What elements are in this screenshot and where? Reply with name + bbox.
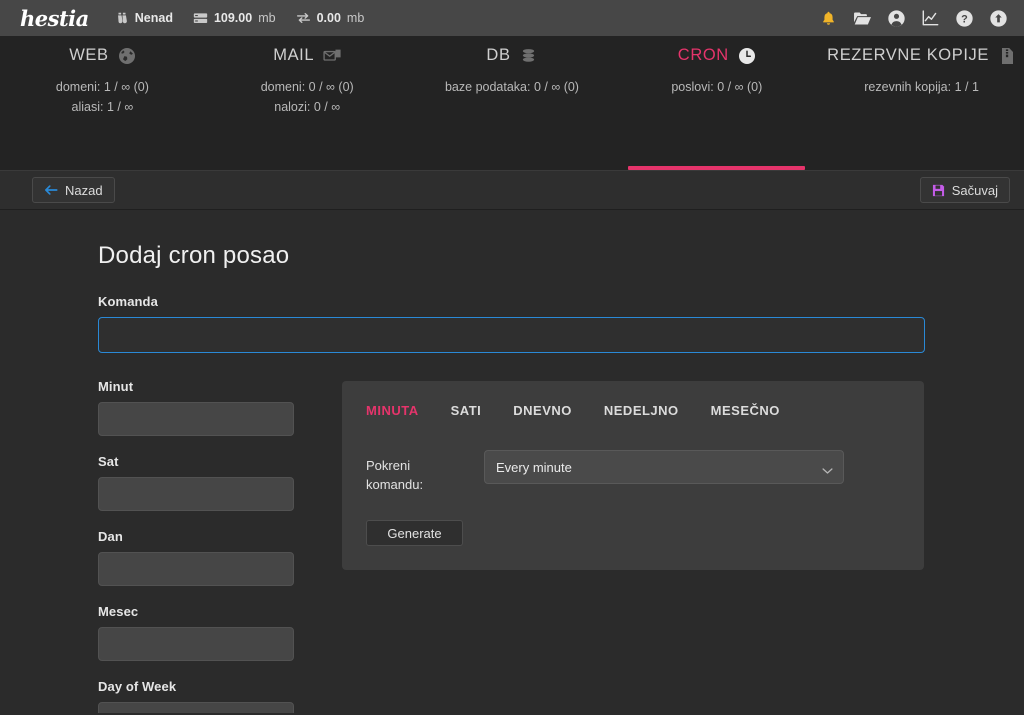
top-header-bar: hestia Nenad 109.00 mb 0.00 mb ? — [0, 0, 1024, 36]
generator-schedule-row: Pokreni komandu: Every minute — [366, 450, 900, 494]
service-stats-nav: WEB domeni: 1 / ∞ (0) aliasi: 1 / ∞ MAIL — [0, 36, 1024, 170]
command-field-group: Komanda — [98, 294, 925, 353]
command-input[interactable] — [98, 317, 925, 353]
binoculars-icon — [115, 11, 129, 25]
stats-nav-web-line-2: aliasi: 1 / ∞ — [71, 100, 134, 114]
back-button-label: Nazad — [65, 182, 103, 198]
transfer-arrows-icon — [296, 11, 311, 25]
month-field-label: Mesec — [98, 604, 139, 619]
tab-dnevno[interactable]: DNEVNO — [513, 403, 572, 418]
backup-archive-icon — [998, 47, 1016, 65]
header-user-chip[interactable]: Nenad — [115, 11, 173, 25]
day-field-label: Dan — [98, 529, 123, 544]
stats-nav-backup-line-1: rezevnih kopija: 1 / 1 — [864, 80, 979, 94]
main-content: Dodaj cron posao Komanda Minut Sat Dan M… — [0, 210, 1024, 713]
stats-nav-cron-label: CRON — [677, 46, 729, 64]
tab-sati[interactable]: SATI — [451, 403, 482, 418]
globe-icon — [118, 47, 136, 65]
form-columns: Minut Sat Dan Mesec Day of Week MINUTA S… — [98, 379, 1024, 713]
stats-nav-backup-label: REZERVNE KOPIJE — [827, 46, 989, 64]
stats-nav-backup-title-row: REZERVNE KOPIJE — [827, 46, 1016, 65]
header-bandwidth-chip[interactable]: 0.00 mb — [296, 11, 365, 25]
stats-nav-mail-label: MAIL — [273, 46, 315, 64]
logout-icon[interactable] — [988, 8, 1008, 28]
stats-nav-active-underline — [628, 166, 806, 170]
run-command-label: Pokreni komandu: — [366, 458, 424, 492]
statistics-chart-icon[interactable] — [920, 8, 940, 28]
hour-field-label: Sat — [98, 454, 119, 469]
stats-nav-item-db[interactable]: DB baze podataka: 0 / ∞ (0) — [410, 36, 615, 170]
stats-nav-db-title-row: DB — [486, 46, 537, 65]
stats-nav-mail-lines: domeni: 0 / ∞ (0) nalozi: 0 / ∞ — [205, 77, 410, 117]
day-of-week-field-label: Day of Week — [98, 679, 177, 694]
day-input[interactable] — [98, 552, 294, 586]
stats-nav-item-backup[interactable]: REZERVNE KOPIJE rezevnih kopija: 1 / 1 — [819, 36, 1024, 170]
hour-field-group: Sat — [98, 454, 294, 511]
stats-nav-item-web[interactable]: WEB domeni: 1 / ∞ (0) aliasi: 1 / ∞ — [0, 36, 205, 170]
mail-icon — [323, 47, 341, 65]
help-icon[interactable]: ? — [954, 8, 974, 28]
day-of-week-field-group: Day of Week — [98, 679, 294, 713]
file-manager-folder-icon[interactable] — [852, 8, 872, 28]
month-input[interactable] — [98, 627, 294, 661]
month-field-group: Mesec — [98, 604, 294, 661]
tab-minuta[interactable]: MINUTA — [366, 403, 419, 418]
stats-nav-cron-title-row: CRON — [678, 46, 756, 65]
header-bandwidth-unit: mb — [346, 11, 365, 25]
tab-mesecno[interactable]: MESEČNO — [711, 403, 780, 418]
clock-icon — [738, 47, 756, 65]
schedule-select[interactable]: Every minute — [484, 450, 844, 484]
stats-nav-cron-line-1: poslovi: 0 / ∞ (0) — [671, 80, 763, 94]
stats-nav-mail-line-1: domeni: 0 / ∞ (0) — [260, 80, 354, 94]
cron-time-fields: Minut Sat Dan Mesec Day of Week — [98, 379, 294, 713]
minute-field-label: Minut — [98, 379, 134, 394]
day-of-week-input[interactable] — [98, 702, 294, 713]
generator-tabs: MINUTA SATI DNEVNO NEDELJNO MESEČNO — [366, 403, 900, 418]
cron-generator-panel: MINUTA SATI DNEVNO NEDELJNO MESEČNO Pokr… — [342, 381, 924, 570]
minute-field-group: Minut — [98, 379, 294, 436]
stats-nav-cron-lines: poslovi: 0 / ∞ (0) — [614, 77, 819, 97]
header-disk-chip[interactable]: 109.00 mb — [193, 11, 276, 25]
action-toolbar: Nazad Sačuvaj — [0, 170, 1024, 210]
minute-input[interactable] — [98, 402, 294, 436]
stats-nav-mail-line-2: nalozi: 0 / ∞ — [274, 100, 341, 114]
database-icon — [520, 47, 538, 65]
day-field-group: Dan — [98, 529, 294, 586]
stats-nav-web-title-row: WEB — [69, 46, 135, 65]
stats-nav-web-label: WEB — [69, 46, 109, 64]
stats-nav-backup-lines: rezevnih kopija: 1 / 1 — [819, 77, 1024, 97]
stats-nav-db-lines: baze podataka: 0 / ∞ (0) — [410, 77, 615, 97]
stats-nav-item-mail[interactable]: MAIL domeni: 0 / ∞ (0) nalozi: 0 / ∞ — [205, 36, 410, 170]
header-stat-group: Nenad 109.00 mb 0.00 mb — [115, 11, 365, 25]
stats-nav-web-lines: domeni: 1 / ∞ (0) aliasi: 1 / ∞ — [0, 77, 205, 117]
hour-input[interactable] — [98, 477, 294, 511]
header-disk-value: 109.00 — [213, 11, 253, 25]
stats-nav-db-line-1: baze podataka: 0 / ∞ (0) — [444, 80, 579, 94]
header-username: Nenad — [134, 11, 173, 25]
svg-text:?: ? — [961, 13, 968, 25]
hestia-logo[interactable]: hestia — [20, 8, 89, 29]
save-button[interactable]: Sačuvaj — [919, 177, 1010, 203]
page-title: Dodaj cron posao — [98, 242, 290, 269]
stats-nav-item-cron[interactable]: CRON poslovi: 0 / ∞ (0) — [614, 36, 819, 170]
save-button-label: Sačuvaj — [951, 182, 998, 198]
arrow-left-icon — [44, 184, 58, 196]
stats-nav-web-line-1: domeni: 1 / ∞ (0) — [55, 80, 149, 94]
save-disk-icon — [932, 184, 945, 197]
user-account-icon[interactable] — [886, 8, 906, 28]
header-bandwidth-value: 0.00 — [316, 11, 341, 25]
stats-nav-mail-title-row: MAIL — [273, 46, 341, 65]
notifications-bell-icon[interactable] — [818, 8, 838, 28]
header-action-icons: ? — [818, 8, 1008, 28]
back-button[interactable]: Nazad — [32, 177, 115, 203]
disk-icon — [193, 11, 208, 25]
header-disk-unit: mb — [258, 11, 276, 25]
generate-button[interactable]: Generate — [366, 520, 463, 546]
stats-nav-db-label: DB — [486, 46, 511, 64]
tab-nedeljno[interactable]: NEDELJNO — [604, 403, 679, 418]
schedule-select-wrapper: Every minute — [484, 450, 844, 484]
command-field-label: Komanda — [98, 294, 158, 309]
